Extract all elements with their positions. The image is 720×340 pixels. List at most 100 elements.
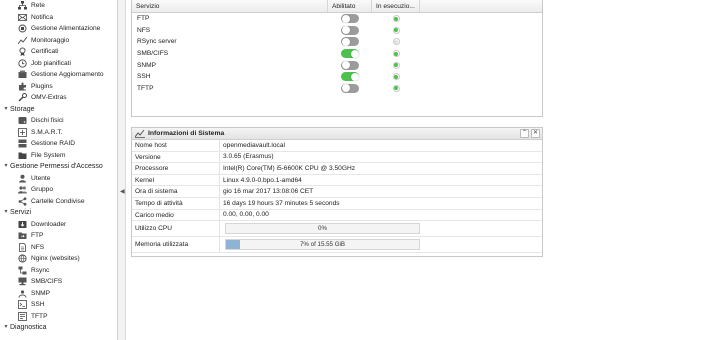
close-panel-icon[interactable]: ✕ <box>531 129 540 138</box>
download-icon <box>17 220 28 229</box>
toggle-knob <box>341 61 350 70</box>
service-row[interactable]: TFTP <box>132 83 542 95</box>
sidebar-section-gestione-permessi-d-accesso[interactable]: ▾ Gestione Permessi d'Accesso <box>0 161 117 173</box>
service-name: NFS <box>137 26 151 34</box>
service-row[interactable]: RSync server <box>132 36 542 48</box>
info-row: Versione 3.0.65 (Erasmus) <box>132 151 542 164</box>
enabled-toggle[interactable] <box>341 49 359 59</box>
info-row: Tempo di attività 16 days 19 hours 37 min… <box>132 197 542 210</box>
sidebar-item-plugins[interactable]: Plugins <box>0 81 117 93</box>
info-row-memory: Memoria utilizzata 7% of 15.55 GiB <box>132 237 542 254</box>
sidebar-item-label: SSH <box>31 301 45 308</box>
sidebar-item-gestione-aggiornamento[interactable]: Gestione Aggiornamento <box>0 69 117 81</box>
enabled-toggle[interactable] <box>341 60 359 70</box>
service-row[interactable]: SMB/CIFS <box>132 48 542 60</box>
sidebar-item-label: Gruppo <box>31 186 53 193</box>
services-grid-body: FTP NFS RSync server SMB/CIFS SNMP SSH TFTP <box>132 13 542 94</box>
sidebar-item-label: Downloader <box>31 220 67 228</box>
sidebar-item-rete[interactable]: Rete <box>0 0 117 12</box>
info-row: Carico medio 0.00, 0.00, 0.00 <box>132 209 542 222</box>
chart-icon <box>17 36 28 45</box>
info-key: Versione <box>132 151 220 163</box>
sidebar-item-monitoraggio[interactable]: Monitoraggio <box>0 35 117 47</box>
sidebar-item-cartelle-condivise[interactable]: Cartelle Condivise <box>0 196 117 208</box>
sidebar-item-downloader[interactable]: Downloader <box>0 219 117 231</box>
enabled-toggle[interactable] <box>341 25 359 35</box>
navigation-sidebar: Rete Notifica Gestione Alimentazione Monito… <box>0 0 118 340</box>
sidebar-item-label: Rsync <box>31 266 50 274</box>
column-header-running[interactable]: In esecuzio... <box>372 0 420 12</box>
expand-triangle-icon[interactable]: ▾ <box>2 322 10 334</box>
sidebar-item-label: Utente <box>31 174 51 182</box>
sidebar-item-nginx-websites-[interactable]: Nginx (websites) <box>0 253 117 265</box>
sidebar-item-gestione-raid[interactable]: Gestione RAID <box>0 138 117 150</box>
running-status-icon <box>392 84 400 92</box>
raid-icon <box>17 139 28 148</box>
sidebar-item-label: Cartelle Condivise <box>31 197 85 205</box>
sidebar-item-gestione-alimentazione[interactable]: Gestione Alimentazione <box>0 23 117 35</box>
share-icon <box>17 197 28 206</box>
update-icon <box>17 70 28 79</box>
sidebar-section-storage[interactable]: ▾ Storage <box>0 104 117 116</box>
info-row-cpu: Utilizzo CPU 0% <box>132 221 542 238</box>
memory-progress-text: 7% of 15.55 GiB <box>299 241 346 249</box>
dashboard-area: Servizio Abilitato In esecuzio... FTP NFS… <box>126 0 720 340</box>
sidebar-item-ssh[interactable]: SSH <box>0 299 117 311</box>
service-row[interactable]: SNMP <box>132 59 542 71</box>
sidebar-item-s-m-a-r-t-[interactable]: S.M.A.R.T. <box>0 127 117 139</box>
running-status-icon <box>392 50 400 58</box>
puzzle-icon <box>17 82 28 91</box>
enabled-toggle[interactable] <box>341 83 359 93</box>
sidebar-item-omv-extras[interactable]: OMV-Extras <box>0 92 117 104</box>
info-value: Intel(R) Core(TM) i5-6600K CPU @ 3.50GHz <box>223 164 356 172</box>
sidebar-item-rsync[interactable]: Rsync <box>0 265 117 277</box>
sidebar-item-job-pianificati[interactable]: Job pianificati <box>0 58 117 70</box>
sidebar-item-dischi-fisici[interactable]: Dischi fisici <box>0 115 117 127</box>
sidebar-item-file-system[interactable]: File System <box>0 150 117 162</box>
running-status-icon <box>392 38 400 46</box>
sidebar-item-nfs[interactable]: NFS <box>0 242 117 254</box>
info-key: Tempo di attività <box>132 197 220 209</box>
cpu-progress-text: 0% <box>318 225 327 233</box>
sidebar-item-utente[interactable]: Utente <box>0 173 117 185</box>
column-header-enabled[interactable]: Abilitato <box>328 0 372 12</box>
enabled-toggle[interactable] <box>341 72 359 82</box>
sidebar-item-certificati[interactable]: Certificati <box>0 46 117 58</box>
sidebar-item-gruppo[interactable]: Gruppo <box>0 184 117 196</box>
smart-icon <box>17 127 28 137</box>
service-row[interactable]: FTP <box>132 13 542 25</box>
info-row: Ora di sistema gio 16 mar 2017 13:08:06 C… <box>132 186 542 198</box>
column-header-service[interactable]: Servizio <box>132 0 328 12</box>
rsync-icon <box>17 266 28 275</box>
sidebar-item-label: Monitoraggio <box>31 36 70 44</box>
sidebar-item-tftp[interactable]: TFTP <box>0 311 117 323</box>
expand-triangle-icon[interactable]: ▾ <box>2 161 10 173</box>
expand-triangle-icon[interactable]: ▾ <box>2 104 10 116</box>
panel-title: Informazioni di Sistema <box>148 130 225 137</box>
sidebar-item-label: File System <box>31 151 66 159</box>
sidebar-item-notifica[interactable]: Notifica <box>0 12 117 24</box>
collapse-arrow-icon[interactable]: ◀ <box>120 188 125 195</box>
nfs-icon <box>17 242 28 252</box>
sidebar-item-label: NFS <box>31 243 45 251</box>
service-row[interactable]: SSH <box>132 71 542 83</box>
info-value: Linux 4.9.0-0.bpo.1-amd64 <box>223 176 302 184</box>
service-row[interactable]: NFS <box>132 25 542 37</box>
sidebar-section-diagnostica[interactable]: ▾ Diagnostica <box>0 322 117 334</box>
sidebar-item-snmp[interactable]: SNMP <box>0 288 117 300</box>
expand-triangle-icon[interactable]: ▾ <box>2 207 10 219</box>
sidebar-item-smb-cifs[interactable]: SMB/CIFS <box>0 276 117 288</box>
enabled-toggle[interactable] <box>341 37 359 47</box>
sidebar-item-label: Gestione Alimentazione <box>31 25 101 32</box>
nginx-icon <box>17 254 28 263</box>
ssh-icon <box>17 300 28 310</box>
running-status-icon <box>392 61 400 69</box>
collapse-panel-icon[interactable]: ⌃ <box>520 129 529 138</box>
info-value: openmediavault.local <box>223 141 285 149</box>
user-icon <box>17 174 28 183</box>
sidebar-section-servizi[interactable]: ▾ Servizi <box>0 207 117 219</box>
sidebar-splitter[interactable]: ◀ <box>118 0 126 340</box>
sidebar-item-ftp[interactable]: FTP <box>0 230 117 242</box>
tftp-icon <box>17 311 28 321</box>
enabled-toggle[interactable] <box>341 14 359 24</box>
